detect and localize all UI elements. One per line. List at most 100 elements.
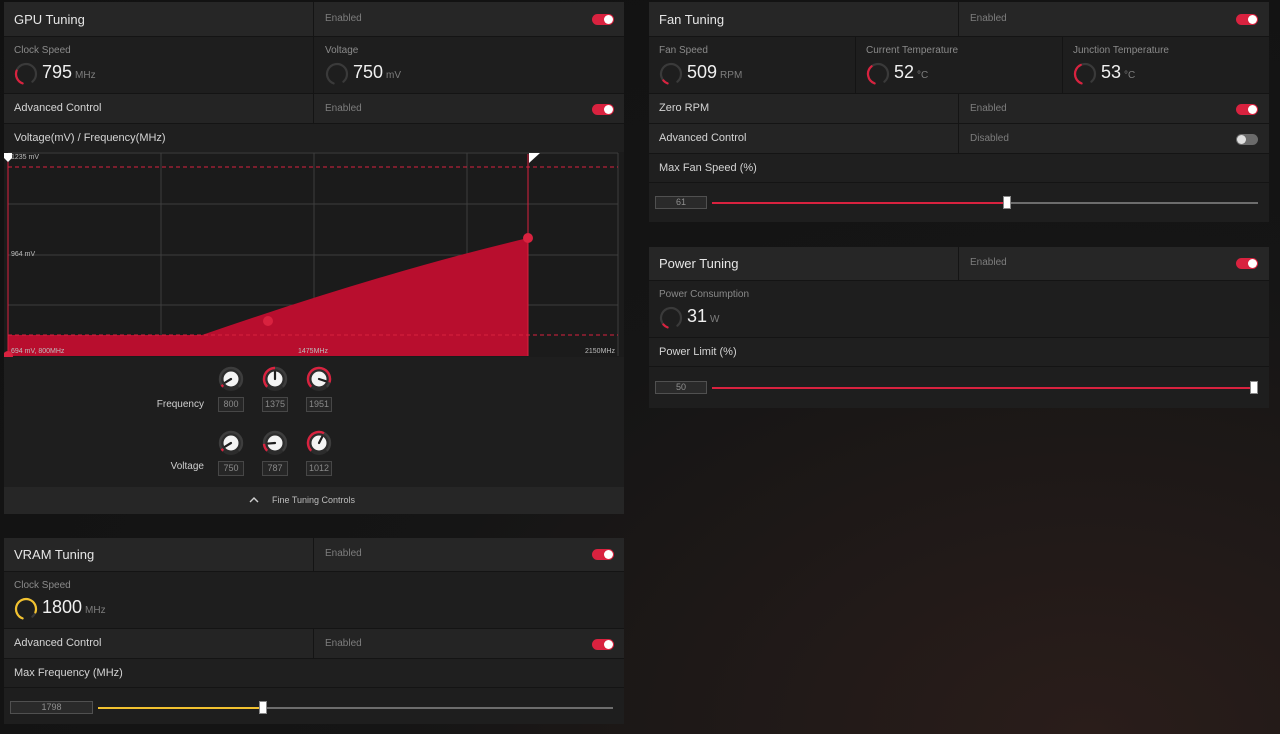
power-tuning-header: Power Tuning Enabled — [649, 247, 1269, 281]
frequency-value-2[interactable]: 1375 — [262, 397, 288, 412]
max-fan-speed-input[interactable]: 61 — [655, 196, 707, 209]
gpu-advanced-control-toggle[interactable] — [592, 104, 614, 115]
vram-max-frequency-label: Max Frequency (MHz) — [14, 667, 123, 679]
gpu-tuning-title: GPU Tuning — [14, 12, 85, 27]
zero-rpm-toggle[interactable] — [1236, 104, 1258, 115]
vf-curve-area — [8, 238, 528, 356]
fan-speed-label: Fan Speed — [659, 45, 708, 56]
max-fan-speed-slider[interactable] — [712, 196, 1258, 209]
power-limit-thumb[interactable] — [1250, 381, 1258, 394]
vram-max-frequency-title-row: Max Frequency (MHz) — [4, 659, 624, 688]
graph-label-bottom-mid: 1475MHz — [298, 348, 328, 355]
frequency-knob-1[interactable] — [217, 365, 245, 393]
vram-clock-speed-label: Clock Speed — [14, 580, 71, 591]
vram-max-frequency-input[interactable]: 1798 — [10, 701, 93, 714]
zero-rpm-label: Zero RPM — [659, 102, 710, 114]
fan-advanced-control-state: Disabled — [970, 133, 1009, 144]
power-tuning-state: Enabled — [970, 257, 1007, 268]
voltage-knob-1[interactable] — [217, 429, 245, 457]
graph-label-bottom-left: 694 mV, 800MHz — [11, 348, 65, 355]
max-fan-speed-slider-row: 61 — [649, 183, 1269, 222]
fan-speed-value: 509 RPM — [687, 62, 743, 82]
power-metrics-row: Power Consumption 31 W — [649, 281, 1269, 338]
current-temperature-label: Current Temperature — [866, 45, 959, 56]
gpu-clock-speed-value: 795 MHz — [42, 62, 96, 82]
voltage-value-3[interactable]: 1012 — [306, 461, 332, 476]
frequency-value-3[interactable]: 1951 — [306, 397, 332, 412]
vram-max-frequency-slider-row: 1798 — [4, 688, 624, 724]
fan-tuning-header: Fan Tuning Enabled — [649, 2, 1269, 37]
gpu-curve-title: Voltage(mV) / Frequency(MHz) — [14, 132, 166, 144]
vf-curve-svg — [4, 152, 619, 357]
power-consumption-gauge-icon — [659, 306, 683, 329]
power-limit-slider-row: 50 — [649, 367, 1269, 408]
vram-metrics-row: Clock Speed 1800 MHz — [4, 572, 624, 629]
gpu-clock-speed-label: Clock Speed — [14, 45, 71, 56]
power-tuning-title: Power Tuning — [659, 256, 739, 271]
gpu-tuning-state: Enabled — [325, 13, 362, 24]
gpu-tuning-header: GPU Tuning Enabled — [4, 2, 624, 37]
fan-tuning-state: Enabled — [970, 13, 1007, 24]
frequency-knob-2[interactable] — [261, 365, 289, 393]
gpu-advanced-control-state: Enabled — [325, 103, 362, 114]
vram-max-frequency-slider[interactable] — [98, 701, 613, 714]
frequency-knob-3[interactable] — [305, 365, 333, 393]
gpu-curve-title-row: Voltage(mV) / Frequency(MHz) — [4, 124, 624, 152]
gpu-tuning-toggle[interactable] — [592, 14, 614, 25]
zero-rpm-state: Enabled — [970, 103, 1007, 114]
vram-tuning-state: Enabled — [325, 548, 362, 559]
gpu-advanced-control-row: Advanced Control Enabled — [4, 94, 624, 124]
current-temperature-gauge-icon — [866, 62, 890, 85]
current-temperature-value: 52 °C — [894, 62, 929, 82]
fine-tuning-row[interactable]: Fine Tuning Controls — [4, 487, 624, 514]
vram-advanced-control-label: Advanced Control — [14, 637, 102, 649]
voltage-value-2[interactable]: 787 — [262, 461, 288, 476]
power-tuning-panel: Power Tuning Enabled Power Consumption 3… — [649, 247, 1269, 408]
graph-label-mid-left: 964 mV — [11, 251, 36, 258]
vram-max-frequency-thumb[interactable] — [258, 701, 267, 714]
power-consumption-value: 31 W — [687, 306, 720, 326]
power-limit-label: Power Limit (%) — [659, 346, 737, 358]
vram-advanced-control-toggle[interactable] — [592, 639, 614, 650]
fan-advanced-control-toggle[interactable] — [1236, 134, 1258, 145]
fan-advanced-control-label: Advanced Control — [659, 132, 747, 144]
graph-label-bottom-right: 2150MHz — [585, 348, 615, 355]
max-fan-speed-thumb[interactable] — [1002, 196, 1011, 209]
fan-tuning-title: Fan Tuning — [659, 12, 725, 27]
knobs-area: Frequency Voltage 800 1375 1951 750 787 1012 — [4, 357, 624, 487]
power-consumption-label: Power Consumption — [659, 289, 750, 300]
vf-curve-point-mid — [263, 316, 273, 326]
power-tuning-toggle[interactable] — [1236, 258, 1258, 269]
power-limit-title-row: Power Limit (%) — [649, 338, 1269, 367]
voltage-value-1[interactable]: 750 — [218, 461, 244, 476]
power-limit-slider[interactable] — [712, 381, 1258, 394]
max-fan-speed-label: Max Fan Speed (%) — [659, 162, 757, 174]
fine-tuning-label: Fine Tuning Controls — [272, 495, 356, 505]
vram-tuning-title: VRAM Tuning — [14, 547, 95, 562]
frequency-value-1[interactable]: 800 — [218, 397, 244, 412]
junction-temperature-gauge-icon — [1073, 62, 1097, 85]
gpu-advanced-control-label: Advanced Control — [14, 102, 102, 114]
gpu-clock-gauge-icon — [14, 62, 38, 85]
vram-clock-gauge-icon — [14, 597, 38, 620]
voltage-knob-2[interactable] — [261, 429, 289, 457]
gpu-metrics-row: Clock Speed 795 MHz Voltage 750 mV — [4, 37, 624, 94]
graph-label-top-left: 1235 mV — [11, 154, 40, 161]
vram-tuning-panel: VRAM Tuning Enabled Clock Speed 1800 MHz … — [4, 538, 624, 724]
max-fan-speed-title-row: Max Fan Speed (%) — [649, 154, 1269, 183]
voltage-row-label: Voltage — [170, 461, 204, 472]
vram-tuning-toggle[interactable] — [592, 549, 614, 560]
vf-curve-graph[interactable]: 1235 mV 964 mV 694 mV, 800MHz 1475MHz 21… — [4, 152, 624, 357]
vram-advanced-control-state: Enabled — [325, 638, 362, 649]
fan-speed-gauge-icon — [659, 62, 683, 85]
fan-advanced-control-row: Advanced Control Disabled — [649, 124, 1269, 154]
power-limit-input[interactable]: 50 — [655, 381, 707, 394]
vram-advanced-control-row: Advanced Control Enabled — [4, 629, 624, 659]
vram-clock-speed-value: 1800 MHz — [42, 597, 106, 617]
fan-tuning-panel: Fan Tuning Enabled Fan Speed 509 RPM Curr… — [649, 2, 1269, 222]
vram-tuning-header: VRAM Tuning Enabled — [4, 538, 624, 572]
fan-tuning-toggle[interactable] — [1236, 14, 1258, 25]
voltage-knob-3[interactable] — [305, 429, 333, 457]
gpu-voltage-gauge-icon — [325, 62, 349, 85]
vf-curve-handle-right — [529, 153, 540, 163]
